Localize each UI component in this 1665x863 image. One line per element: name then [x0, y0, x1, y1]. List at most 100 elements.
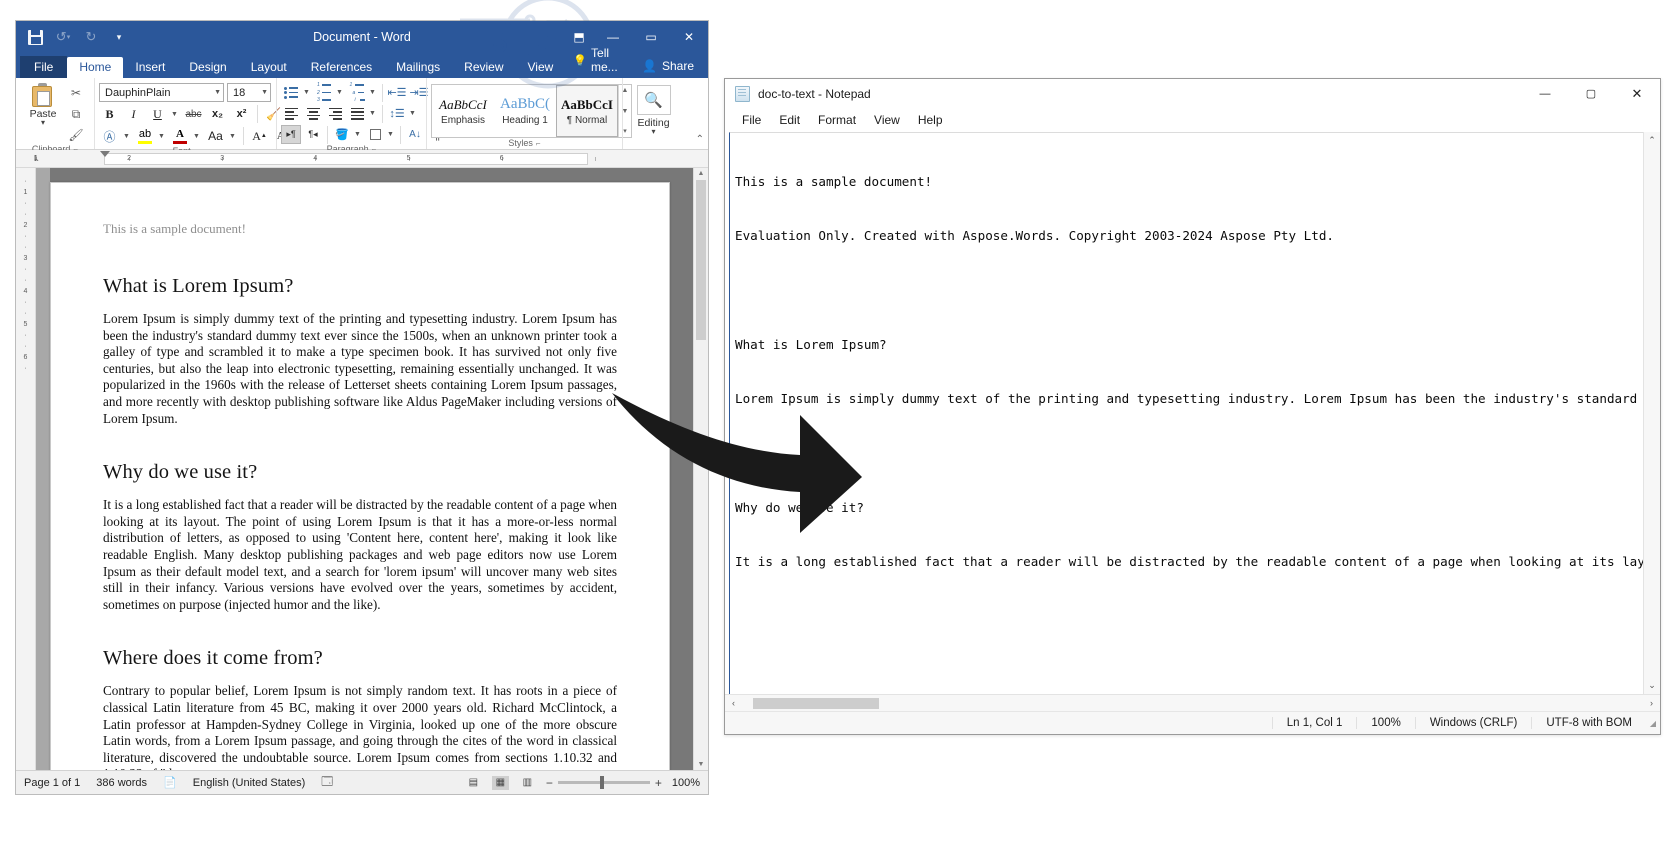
notepad-text-area[interactable]: This is a sample document! Evaluation On…: [729, 132, 1643, 694]
save-icon[interactable]: [22, 25, 48, 49]
highlight-dropdown-icon[interactable]: ▼: [158, 133, 167, 140]
right-to-left-button[interactable]: ¶◂: [303, 125, 323, 144]
maximize-button[interactable]: ▭: [632, 21, 670, 53]
document-vertical-scrollbar[interactable]: ▲ ▼: [693, 168, 708, 770]
subscript-button[interactable]: x₂: [207, 104, 228, 124]
text-effects-dropdown-icon[interactable]: ▼: [123, 133, 132, 140]
search-icon[interactable]: 🔍: [637, 85, 671, 115]
print-layout-button[interactable]: ▦: [492, 776, 509, 790]
resize-grip-icon[interactable]: ◢: [1646, 719, 1660, 728]
proofing-icon[interactable]: 📄: [163, 776, 177, 789]
undo-icon[interactable]: ↺▾: [50, 25, 76, 49]
strikethrough-button[interactable]: abc: [183, 104, 204, 124]
text-effects-icon[interactable]: Ⓐ: [99, 126, 120, 146]
shading-button[interactable]: 🪣: [332, 125, 352, 144]
italic-button[interactable]: I: [123, 104, 144, 124]
close-button[interactable]: ✕: [670, 21, 708, 53]
redo-icon[interactable]: ↻: [78, 25, 104, 49]
maximize-button[interactable]: ▢: [1568, 79, 1614, 108]
align-left-button[interactable]: [281, 104, 301, 123]
tab-file[interactable]: File: [20, 56, 67, 78]
align-right-button[interactable]: [325, 104, 345, 123]
underline-dropdown-icon[interactable]: ▼: [171, 111, 180, 118]
bullets-button[interactable]: [281, 83, 301, 102]
change-case-button[interactable]: Aa: [205, 126, 226, 146]
superscript-button[interactable]: x²: [231, 104, 252, 124]
read-mode-button[interactable]: ▤: [465, 776, 482, 790]
tab-insert[interactable]: Insert: [123, 57, 177, 78]
scroll-down-icon[interactable]: ▼: [694, 761, 708, 768]
notepad-horizontal-scrollbar[interactable]: ‹ ›: [725, 694, 1660, 711]
menu-help[interactable]: Help: [909, 111, 952, 129]
shading-dropdown-icon[interactable]: ▼: [354, 131, 363, 138]
style-heading-1[interactable]: AaBbC( Heading 1: [494, 85, 556, 137]
scroll-up-icon[interactable]: ▲: [694, 170, 708, 177]
style-normal[interactable]: AaBbCcI ¶ Normal: [556, 85, 618, 137]
paste-button[interactable]: Paste ▾: [20, 81, 66, 126]
sort-button[interactable]: A↓: [405, 125, 425, 144]
change-case-dropdown-icon[interactable]: ▼: [229, 133, 238, 140]
menu-view[interactable]: View: [865, 111, 909, 129]
tab-mailings[interactable]: Mailings: [384, 57, 452, 78]
grow-font-button[interactable]: A▲: [249, 126, 270, 146]
status-words[interactable]: 386 words: [96, 777, 147, 789]
font-name-combo[interactable]: DauphinPlain ▼: [99, 83, 224, 102]
font-color-button[interactable]: A: [170, 126, 190, 146]
scroll-left-icon[interactable]: ‹: [725, 698, 742, 708]
zoom-slider[interactable]: − +: [546, 776, 662, 790]
notepad-vertical-scrollbar[interactable]: ⌃ ⌄: [1643, 132, 1660, 694]
decrease-indent-button[interactable]: ⇤☰: [387, 83, 407, 102]
copy-icon[interactable]: ⧉: [66, 105, 86, 123]
menu-file[interactable]: File: [733, 111, 770, 129]
document-scroll-area[interactable]: This is a sample document! What is Lorem…: [36, 168, 708, 770]
bold-button[interactable]: B: [99, 104, 120, 124]
borders-dropdown-icon[interactable]: ▼: [387, 131, 396, 138]
scroll-right-icon[interactable]: ›: [1643, 698, 1660, 708]
multilevel-dropdown-icon[interactable]: ▼: [369, 89, 378, 96]
font-size-combo[interactable]: 18 ▼: [227, 83, 271, 102]
customize-qat-icon[interactable]: ▾: [106, 25, 132, 49]
close-button[interactable]: ✕: [1614, 79, 1660, 108]
borders-button[interactable]: [365, 125, 385, 144]
menu-edit[interactable]: Edit: [770, 111, 809, 129]
line-spacing-button[interactable]: ↕☰: [387, 104, 407, 123]
zoom-thumb[interactable]: [600, 776, 604, 789]
multilevel-list-button[interactable]: 1 a i: [347, 83, 367, 102]
indent-marker[interactable]: [100, 151, 110, 157]
accessibility-icon[interactable]: 🗔: [321, 773, 333, 792]
text-highlight-color-button[interactable]: ab: [135, 126, 155, 146]
tell-me-box[interactable]: 💡 Tell me...: [565, 42, 632, 78]
left-to-right-button[interactable]: ▸¶: [281, 125, 301, 144]
format-painter-icon[interactable]: 🖌: [66, 126, 86, 144]
align-center-button[interactable]: [303, 104, 323, 123]
tab-home[interactable]: Home: [67, 57, 123, 78]
status-language[interactable]: English (United States): [193, 777, 306, 789]
scrollbar-thumb[interactable]: [696, 180, 706, 340]
justify-button[interactable]: [347, 104, 367, 123]
scroll-down-icon[interactable]: ⌄: [1644, 680, 1660, 691]
underline-button[interactable]: U: [147, 104, 168, 124]
zoom-level[interactable]: 100%: [672, 777, 700, 789]
style-emphasis[interactable]: AaBbCcI Emphasis: [432, 85, 494, 137]
numbering-dropdown-icon[interactable]: ▼: [336, 89, 345, 96]
numbering-button[interactable]: 1 2 3: [314, 83, 334, 102]
horizontal-ruler[interactable]: L 1 2 3 4 5 6: [16, 150, 708, 168]
tab-references[interactable]: References: [299, 57, 384, 78]
menu-format[interactable]: Format: [809, 111, 865, 129]
line-spacing-dropdown-icon[interactable]: ▼: [409, 110, 418, 117]
paste-dropdown-icon[interactable]: ▾: [41, 120, 45, 126]
align-dropdown-icon[interactable]: ▼: [369, 110, 378, 117]
hscroll-thumb[interactable]: [753, 698, 879, 709]
styles-dialog-launcher-icon[interactable]: ⌐: [536, 139, 541, 148]
tab-review[interactable]: Review: [452, 57, 515, 78]
bullets-dropdown-icon[interactable]: ▼: [303, 89, 312, 96]
web-layout-button[interactable]: ▥: [519, 776, 536, 790]
tab-layout[interactable]: Layout: [239, 57, 299, 78]
zoom-out-button[interactable]: −: [546, 776, 553, 790]
editing-dropdown-icon[interactable]: ▾: [651, 129, 655, 135]
status-page[interactable]: Page 1 of 1: [24, 777, 80, 789]
tab-view[interactable]: View: [516, 57, 566, 78]
minimize-button[interactable]: —: [1522, 79, 1568, 108]
font-color-dropdown-icon[interactable]: ▼: [193, 133, 202, 140]
document-page[interactable]: This is a sample document! What is Lorem…: [50, 182, 670, 770]
